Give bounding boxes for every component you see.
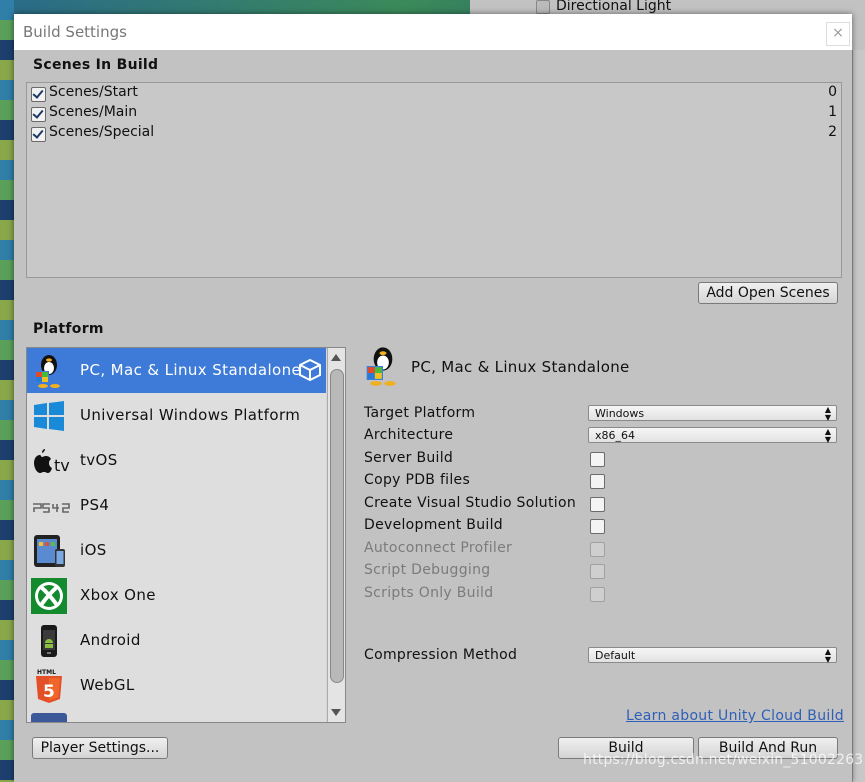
scene-row[interactable]: Scenes/Special 2: [29, 124, 837, 144]
scene-row[interactable]: Scenes/Main 1: [29, 104, 837, 124]
svg-text:tv: tv: [54, 456, 70, 475]
platform-item-xbox[interactable]: Xbox One: [27, 573, 326, 619]
platform-item-uwp[interactable]: Universal Windows Platform: [27, 393, 326, 439]
watermark-text: https://blog.csdn.net/weixin_51002263: [583, 752, 864, 768]
target-platform-value: Windows: [595, 407, 645, 420]
dropdown-arrows-icon: ▲ ▼: [824, 405, 831, 422]
compression-method-dropdown[interactable]: Default ▲ ▼: [588, 647, 837, 664]
platform-label: PS4: [80, 496, 110, 514]
gameobject-icon: [536, 0, 550, 14]
pc-mac-linux-icon: [366, 347, 396, 386]
server-build-label: Server Build: [364, 450, 454, 466]
platform-item-ps4[interactable]: PS4: [27, 483, 326, 529]
svg-text:5: 5: [43, 682, 55, 702]
scene-checkbox[interactable]: [31, 107, 46, 122]
platform-label: PC, Mac & Linux Standalone: [80, 361, 302, 379]
target-platform-label: Target Platform: [364, 405, 476, 421]
platform-item-android[interactable]: Android: [27, 618, 326, 664]
add-open-scenes-button[interactable]: Add Open Scenes: [698, 282, 838, 304]
architecture-label: Architecture: [364, 427, 454, 443]
scene-row[interactable]: Scenes/Start 0: [29, 84, 837, 104]
build-settings-window: Build Settings × Scenes In Build Scenes/…: [14, 14, 852, 782]
editor-inspector-edge: [852, 50, 865, 782]
server-build-checkbox[interactable]: [590, 452, 605, 467]
android-phone-icon: [41, 625, 57, 657]
xbox-logo-icon: [31, 578, 67, 614]
selected-platform-title: PC, Mac & Linux Standalone: [411, 358, 630, 376]
dropdown-arrows-icon: ▲ ▼: [824, 427, 831, 444]
script-debugging-label: Script Debugging: [364, 562, 491, 578]
scenes-in-build-header: Scenes In Build: [33, 57, 159, 73]
player-settings-button[interactable]: Player Settings...: [32, 737, 168, 759]
facebook-logo-icon: [31, 713, 67, 722]
platform-label: iOS: [80, 541, 107, 559]
autoconnect-profiler-checkbox: [590, 542, 605, 557]
ps4-logo-icon: [33, 503, 70, 513]
platform-item-tvos[interactable]: tv tvOS: [27, 438, 326, 484]
ipad-icon: [34, 535, 65, 567]
copy-pdb-label: Copy PDB files: [364, 472, 471, 488]
title-bar: Build Settings ×: [14, 14, 852, 50]
platform-label: WebGL: [80, 676, 135, 694]
windows-logo-icon: [34, 401, 64, 431]
scrollbar-thumb[interactable]: [330, 369, 344, 683]
hierarchy-item[interactable]: Directional Light: [556, 0, 671, 14]
apple-tv-icon: tv: [34, 449, 70, 475]
platform-item-partial[interactable]: [27, 708, 326, 722]
desktop-background: [0, 0, 14, 782]
window-title: Build Settings: [23, 23, 127, 41]
target-platform-dropdown[interactable]: Windows ▲ ▼: [588, 405, 837, 422]
platform-item-standalone[interactable]: PC, Mac & Linux Standalone: [27, 348, 326, 394]
scene-index: 0: [828, 84, 837, 100]
scripts-only-build-label: Scripts Only Build: [364, 585, 494, 601]
platform-label: Xbox One: [80, 586, 156, 604]
copy-pdb-checkbox[interactable]: [590, 474, 605, 489]
pc-mac-linux-icon: [35, 355, 60, 388]
scroll-up-arrow-icon[interactable]: [331, 354, 341, 361]
scroll-down-arrow-icon[interactable]: [331, 709, 341, 716]
development-build-checkbox[interactable]: [590, 519, 605, 534]
scripts-only-build-checkbox: [590, 587, 605, 602]
scene-index: 2: [828, 124, 837, 140]
scene-index: 1: [828, 104, 837, 120]
scene-checkbox[interactable]: [31, 87, 46, 102]
platform-label: Universal Windows Platform: [80, 406, 301, 424]
unity-cloud-build-link[interactable]: Learn about Unity Cloud Build: [626, 708, 844, 724]
development-build-label: Development Build: [364, 517, 503, 533]
platform-label: Android: [80, 631, 141, 649]
platform-label: tvOS: [80, 451, 118, 469]
compression-method-value: Default: [595, 649, 636, 662]
platform-item-ios[interactable]: iOS: [27, 528, 326, 574]
platform-item-webgl[interactable]: HTML 5 WebGL: [27, 663, 326, 709]
platform-list[interactable]: PC, Mac & Linux Standalone Universal Win…: [26, 347, 346, 723]
scene-name: Scenes/Special: [49, 124, 155, 140]
architecture-value: x86_64: [595, 429, 636, 442]
create-vs-solution-label: Create Visual Studio Solution: [364, 495, 576, 511]
dropdown-arrows-icon: ▲ ▼: [824, 647, 831, 664]
compression-method-label: Compression Method: [364, 647, 518, 663]
scenes-list[interactable]: Scenes/Start 0 Scenes/Main 1 Scenes/Spec…: [26, 82, 842, 278]
autoconnect-profiler-label: Autoconnect Profiler: [364, 540, 513, 556]
script-debugging-checkbox: [590, 564, 605, 579]
create-vs-solution-checkbox[interactable]: [590, 497, 605, 512]
platform-list-scrollbar[interactable]: [327, 348, 345, 722]
architecture-dropdown[interactable]: x86_64 ▲ ▼: [588, 427, 837, 444]
scene-name: Scenes/Main: [49, 104, 138, 120]
scene-name: Scenes/Start: [49, 84, 138, 100]
close-button[interactable]: ×: [826, 22, 850, 46]
platform-header: Platform: [33, 321, 104, 337]
svg-text:HTML: HTML: [37, 669, 56, 676]
scene-checkbox[interactable]: [31, 127, 46, 142]
unity-logo-icon: [299, 358, 321, 382]
html5-icon: HTML 5: [36, 669, 62, 703]
